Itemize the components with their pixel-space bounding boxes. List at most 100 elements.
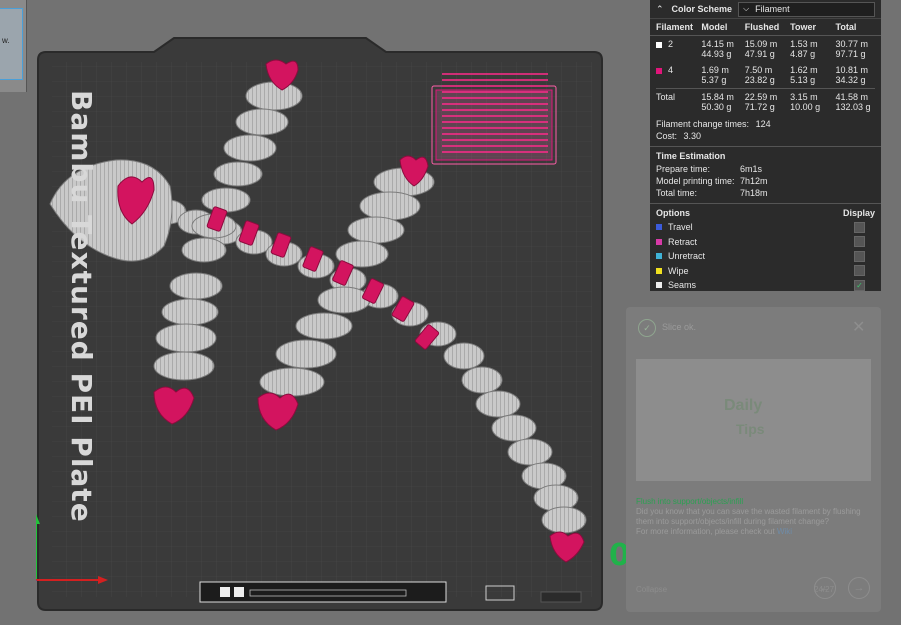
daily-tips-title-1: Daily [724, 397, 763, 414]
time-estimation-title: Time Estimation [650, 146, 881, 163]
wipe-swatch [656, 267, 662, 274]
plate-label-text: Bambu Textured PEI Plate [65, 90, 98, 523]
check-circle-icon: ✓ [638, 319, 656, 337]
slice-status: Slice ok. [662, 322, 697, 332]
option-wipe: Wipe [650, 264, 881, 279]
options-label: Options [656, 208, 690, 218]
cell: 1.62 m [790, 65, 818, 75]
checkmark-icon: ✓ [856, 280, 863, 290]
cell: 14.15 m [701, 39, 734, 49]
table-row: 4 1.69 m 5.37 g 7.50 m 23.82 g 1.62 m 5.13 … [650, 59, 881, 85]
header-tower: Tower [790, 22, 816, 32]
cell: 5.37 g [701, 75, 727, 85]
cell: 132.03 g [835, 102, 871, 112]
display-label: Display [842, 208, 875, 218]
collapse-button[interactable]: Collapse [636, 585, 667, 594]
cost: Cost: 3.30 [650, 130, 881, 142]
cell: 50.30 g [701, 102, 732, 112]
seams-display-checkbox[interactable]: ✓ [854, 279, 865, 291]
slice-notification: ✓ Slice ok. ✕ Daily Tips Flush into supp… [626, 307, 881, 612]
cell: 22.59 m [744, 92, 778, 102]
filament-table-header: Filament Model Flushed Tower Total [650, 19, 881, 36]
retract-display-checkbox[interactable] [854, 236, 865, 248]
header-total: Total [835, 22, 857, 32]
prepare-time-value: 6m1s [740, 164, 763, 174]
cell: 23.82 g [744, 75, 775, 85]
plate-thumbnail[interactable]: w. [0, 0, 27, 92]
cell: 71.72 g [744, 102, 775, 112]
cell: 41.58 m [835, 92, 869, 102]
cell: 10.81 m [835, 65, 869, 75]
unretract-display-checkbox[interactable] [854, 250, 865, 262]
filament-change-times: Filament change times: 124 [650, 118, 881, 130]
unretract-swatch [656, 253, 662, 260]
cell: 44.93 g [701, 49, 732, 59]
prev-tip-button[interactable]: ← [814, 577, 836, 599]
model-printing-time: Model printing time: 7h12m [650, 175, 881, 187]
filament-id: 4 [668, 65, 674, 75]
travel-swatch [656, 224, 662, 231]
arrow-left-icon: ← [819, 582, 831, 594]
cost-value: 3.30 [683, 131, 702, 141]
filament-swatch [656, 41, 662, 48]
tip-title: Flush into support/objects/infill [636, 497, 744, 506]
tip-more-text: For more information, please check out [636, 527, 775, 536]
cell: 47.91 g [744, 49, 775, 59]
retract-swatch [656, 238, 662, 245]
tip-body: Did you know that you can save the waste… [636, 507, 871, 537]
color-scheme-selected: Filament [755, 4, 790, 14]
tip-body-text: Did you know that you can save the waste… [636, 507, 861, 526]
cell: 15.84 m [701, 92, 734, 102]
cell: 97.71 g [835, 49, 866, 59]
option-retract: Retract [650, 235, 881, 250]
plate-thumbnail-text: w. [2, 36, 10, 45]
cell: 10.00 g [790, 102, 821, 112]
total-label: Total [656, 92, 676, 102]
cell: 7.50 m [744, 65, 773, 75]
cell: 5.13 g [790, 75, 816, 85]
option-label: Seams [668, 280, 697, 291]
close-icon[interactable]: ✕ [852, 317, 865, 337]
collapse-chevron-icon[interactable]: ⌃ [656, 4, 664, 15]
color-scheme-header: ⌃ Color Scheme ⌵ Filament [650, 0, 881, 19]
header-model: Model [701, 22, 728, 32]
option-seams: Seams ✓ [650, 278, 881, 293]
3d-viewport[interactable]: w. Bambu Textured PEI Plate ⌃ Color Sche… [0, 0, 901, 625]
header-filament: Filament [656, 22, 694, 32]
plate-label: Bambu Textured PEI Plate [65, 90, 100, 523]
filament-swatch [656, 67, 662, 74]
daily-tips-image: Daily Tips [636, 359, 871, 481]
wipe-display-checkbox[interactable] [854, 265, 865, 277]
option-unretract: Unretract [650, 249, 881, 264]
cell: 15.09 m [744, 39, 778, 49]
cell: 3.15 m [790, 92, 818, 102]
filament-change-value: 124 [755, 119, 771, 129]
total-time-label: Total time: [656, 188, 698, 198]
total-time-value: 7h18m [740, 188, 768, 198]
option-label: Retract [668, 236, 698, 247]
options-header: Options Display [650, 203, 881, 220]
total-time: Total time: 7h18m [650, 187, 881, 199]
seams-swatch [656, 282, 662, 289]
option-travel: Travel [650, 220, 881, 235]
option-label: Wipe [668, 265, 689, 276]
table-row: 2 14.15 m 44.93 g 15.09 m 47.91 g 1.53 m 4.… [650, 36, 881, 59]
filament-change-label: Filament change times: [656, 119, 750, 129]
color-scheme-panel: ⌃ Color Scheme ⌵ Filament Filament Model… [650, 0, 881, 291]
option-label: Unretract [668, 251, 706, 262]
build-plate [36, 37, 603, 611]
header-flushed: Flushed [744, 22, 780, 32]
color-scheme-select[interactable]: ⌵ Filament [738, 1, 875, 17]
arrow-right-icon: → [853, 582, 865, 594]
next-tip-button[interactable]: → [848, 577, 870, 599]
color-scheme-title: Color Scheme [671, 4, 733, 14]
travel-display-checkbox[interactable] [854, 221, 865, 233]
option-label: Travel [668, 222, 693, 233]
cell: 30.77 m [835, 39, 869, 49]
wiki-link[interactable]: Wiki [777, 527, 792, 536]
prepare-time: Prepare time: 6m1s [650, 163, 881, 175]
cost-label: Cost: [656, 131, 678, 141]
cell: 1.53 m [790, 39, 818, 49]
model-printing-time-value: 7h12m [740, 176, 768, 186]
daily-tips-title-2: Tips [736, 421, 765, 437]
